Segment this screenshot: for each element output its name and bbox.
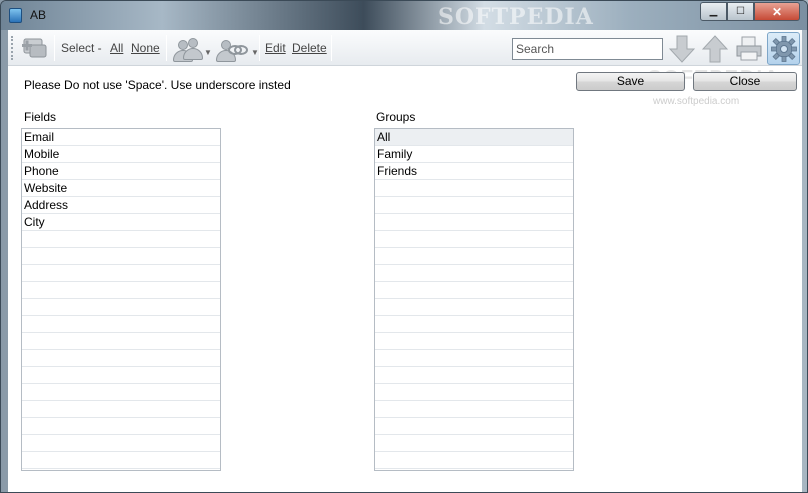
- empty-list-row[interactable]: [375, 333, 573, 350]
- app-window: AB SOFTPEDIA ▁ ☐ ✕ Select - All None ▼ ▼…: [0, 0, 808, 493]
- empty-list-row[interactable]: [22, 418, 220, 435]
- close-window-button[interactable]: ✕: [754, 2, 800, 21]
- empty-list-row[interactable]: [375, 265, 573, 282]
- toolbar-separator: [166, 35, 167, 61]
- empty-list-row[interactable]: [22, 282, 220, 299]
- fields-label: Fields: [24, 110, 57, 124]
- toolbar-grip[interactable]: [11, 36, 14, 60]
- toolbar-separator: [259, 35, 260, 61]
- chevron-down-icon: ▼: [204, 48, 212, 57]
- empty-list-row[interactable]: [375, 180, 573, 197]
- delete-link[interactable]: Delete: [292, 41, 327, 55]
- empty-list-row[interactable]: [375, 248, 573, 265]
- empty-list-row[interactable]: [375, 350, 573, 367]
- search-input[interactable]: [512, 38, 663, 60]
- select-all-link[interactable]: All: [110, 41, 123, 55]
- arrow-up-icon[interactable]: [701, 35, 729, 63]
- list-item[interactable]: All: [375, 129, 573, 146]
- empty-list-row[interactable]: [375, 384, 573, 401]
- empty-list-row[interactable]: [22, 367, 220, 384]
- settings-button[interactable]: [767, 32, 800, 65]
- title-bar[interactable]: AB SOFTPEDIA ▁ ☐ ✕: [1, 1, 807, 30]
- empty-list-row[interactable]: [22, 350, 220, 367]
- empty-list-row[interactable]: [375, 231, 573, 248]
- minimize-button[interactable]: ▁: [700, 2, 727, 21]
- list-item[interactable]: Family: [375, 146, 573, 163]
- add-contact-icon[interactable]: [20, 35, 50, 61]
- empty-list-row[interactable]: [375, 418, 573, 435]
- arrow-down-icon[interactable]: [668, 35, 696, 63]
- save-button[interactable]: Save: [576, 72, 685, 91]
- empty-list-row[interactable]: [375, 197, 573, 214]
- list-item[interactable]: Website: [22, 180, 220, 197]
- select-none-link[interactable]: None: [131, 41, 160, 55]
- select-label: Select -: [61, 41, 102, 55]
- close-button[interactable]: Close: [693, 72, 797, 91]
- list-item[interactable]: Mobile: [22, 146, 220, 163]
- empty-list-row[interactable]: [22, 316, 220, 333]
- toolbar: Select - All None ▼ ▼ Edit Delete: [8, 30, 802, 66]
- chevron-down-icon: ▼: [251, 48, 259, 57]
- empty-list-row[interactable]: [22, 452, 220, 469]
- maximize-button[interactable]: ☐: [727, 2, 754, 21]
- list-item[interactable]: Email: [22, 129, 220, 146]
- fields-list[interactable]: Email Mobile Phone Website Address City: [21, 128, 221, 471]
- empty-list-row[interactable]: [22, 384, 220, 401]
- toolbar-separator: [331, 35, 332, 61]
- empty-list-row[interactable]: [375, 435, 573, 452]
- link-contacts-icon[interactable]: ▼: [214, 38, 259, 62]
- space-warning-note: Please Do not use 'Space'. Use underscor…: [24, 78, 291, 92]
- empty-list-row[interactable]: [22, 231, 220, 248]
- contacts-icon[interactable]: ▼: [171, 38, 212, 62]
- empty-list-row[interactable]: [375, 367, 573, 384]
- empty-list-row[interactable]: [375, 282, 573, 299]
- printer-icon[interactable]: [735, 36, 762, 64]
- empty-list-row[interactable]: [375, 299, 573, 316]
- window-title: AB: [30, 8, 47, 22]
- empty-list-row[interactable]: [22, 248, 220, 265]
- empty-list-row[interactable]: [375, 401, 573, 418]
- list-item[interactable]: City: [22, 214, 220, 231]
- groups-list[interactable]: All Family Friends: [374, 128, 574, 471]
- empty-list-row[interactable]: [375, 452, 573, 469]
- app-icon: [9, 8, 22, 23]
- softpedia-watermark-url: www.softpedia.com: [653, 96, 740, 107]
- empty-list-row[interactable]: [375, 316, 573, 333]
- empty-list-row[interactable]: [375, 214, 573, 231]
- list-item[interactable]: Phone: [22, 163, 220, 180]
- client-area: Select - All None ▼ ▼ Edit Delete Search…: [8, 30, 802, 492]
- empty-list-row[interactable]: [22, 435, 220, 452]
- list-item[interactable]: Address: [22, 197, 220, 214]
- empty-list-row[interactable]: [22, 333, 220, 350]
- list-item[interactable]: Friends: [375, 163, 573, 180]
- empty-list-row[interactable]: [22, 401, 220, 418]
- groups-label: Groups: [376, 110, 416, 124]
- empty-list-row[interactable]: [22, 265, 220, 282]
- edit-link[interactable]: Edit: [265, 41, 286, 55]
- toolbar-separator: [54, 35, 55, 61]
- gear-icon: [770, 35, 797, 62]
- softpedia-logo: SOFTPEDIA: [438, 4, 594, 30]
- empty-list-row[interactable]: [22, 299, 220, 316]
